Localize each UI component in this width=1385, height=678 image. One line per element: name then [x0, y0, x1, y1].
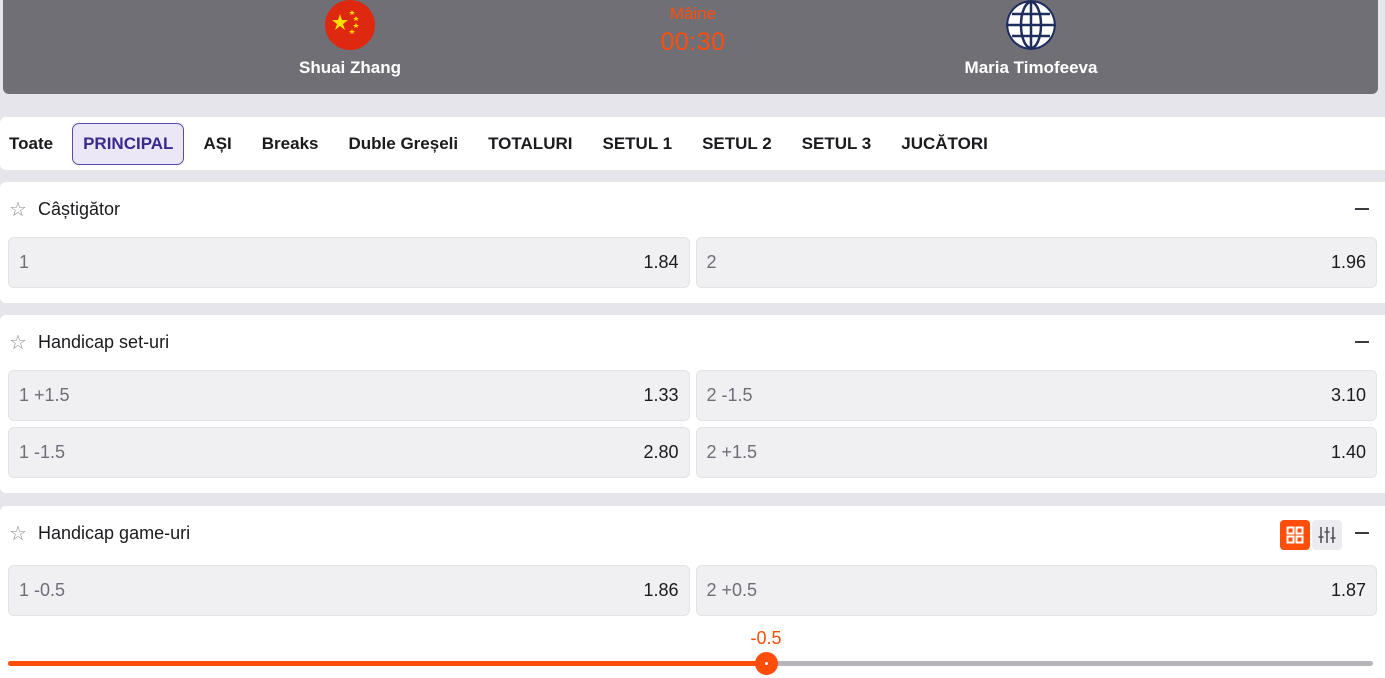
slider-view-icon[interactable]: [1312, 520, 1342, 550]
odd-value: 1.86: [643, 580, 679, 600]
odd-label: 1 +1.5: [19, 385, 70, 405]
grid-view-icon[interactable]: [1280, 520, 1310, 550]
market-header[interactable]: ☆ Handicap set-uri: [0, 315, 1385, 370]
market-title: Handicap set-uri: [38, 332, 170, 352]
odd-value: 3.10: [1330, 385, 1366, 405]
odd-label: 2: [706, 252, 717, 272]
odd-button[interactable]: 2 1.96: [695, 237, 1377, 288]
odd-value: 1.87: [1330, 580, 1366, 600]
market-handicap-seturi: ☆ Handicap set-uri 1 +1.5 1.33 2 -1.5 3.…: [0, 315, 1385, 493]
odd-button[interactable]: 2 -1.5 3.10: [695, 370, 1377, 421]
odd-value: 2.80: [643, 442, 679, 462]
odd-label: 1 -1.5: [19, 442, 66, 462]
odds-row: 1 -0.5 1.86 2 +0.5 1.87: [0, 565, 1385, 616]
market-tabs: Toate PRINCIPAL AȘI Breaks Duble Greșeli…: [0, 117, 1385, 170]
odd-button[interactable]: 1 +1.5 1.33: [8, 370, 690, 421]
odd-value: 1.40: [1330, 442, 1366, 462]
market-title: Câștigător: [38, 199, 121, 219]
collapse-icon[interactable]: [1355, 532, 1369, 534]
odds-row: 1 1.84 2 1.96: [0, 237, 1385, 288]
china-flag-icon: [325, 0, 375, 50]
match-time: Mâine 00:30: [593, 4, 793, 57]
odd-value: 1.96: [1330, 252, 1366, 272]
market-castigator: ☆ Câștigător 1 1.84 2 1.96: [0, 182, 1385, 303]
odd-label: 1: [19, 252, 30, 272]
slider-value: -0.5: [750, 628, 782, 648]
star-icon[interactable]: ☆: [9, 200, 29, 220]
match-clock: 00:30: [660, 28, 726, 56]
odd-label: 2 +0.5: [706, 580, 758, 600]
odd-button[interactable]: 1 1.84: [8, 237, 690, 288]
slider-thumb[interactable]: [754, 652, 778, 675]
collapse-icon[interactable]: [1355, 341, 1369, 343]
tab-principal[interactable]: PRINCIPAL: [72, 122, 185, 165]
tab-duble-greseli[interactable]: Duble Greșeli: [349, 134, 459, 154]
market-title: Handicap game-uri: [38, 523, 191, 543]
match-header: Shuai Zhang Mâine 00:30 Maria Timofeeva: [3, 0, 1378, 94]
odd-label: 2 -1.5: [706, 385, 753, 405]
odd-label: 1 -0.5: [19, 580, 66, 600]
odd-button[interactable]: 1 -1.5 2.80: [8, 427, 690, 478]
globe-icon: [1006, 0, 1056, 50]
odd-label: 2 +1.5: [706, 442, 758, 462]
market-header[interactable]: ☆ Handicap game-uri: [0, 506, 1385, 561]
tab-asi[interactable]: AȘI: [203, 134, 231, 154]
odd-button[interactable]: 2 +0.5 1.87: [695, 565, 1377, 616]
away-team-name: Maria Timofeeva: [964, 58, 1098, 77]
tab-setul-1[interactable]: SETUL 1: [602, 134, 672, 154]
star-icon[interactable]: ☆: [9, 524, 29, 544]
slider-track[interactable]: [8, 652, 1373, 675]
tab-setul-2[interactable]: SETUL 2: [702, 134, 772, 154]
odd-value: 1.33: [643, 385, 679, 405]
odds-row: 1 +1.5 1.33 2 -1.5 3.10: [0, 370, 1385, 421]
tab-toate[interactable]: Toate: [9, 134, 53, 154]
home-team[interactable]: Shuai Zhang: [250, 0, 450, 78]
match-day: Mâine: [669, 4, 717, 23]
tab-breaks[interactable]: Breaks: [262, 134, 319, 154]
star-icon[interactable]: ☆: [9, 333, 29, 353]
tab-jucatori[interactable]: JUCĂTORI: [901, 134, 988, 154]
tab-totaluri[interactable]: TOTALURI: [488, 134, 572, 154]
collapse-icon[interactable]: [1355, 208, 1369, 210]
slider-fill: [8, 661, 766, 666]
odds-row: 1 -1.5 2.80 2 +1.5 1.40: [0, 427, 1385, 478]
market-header[interactable]: ☆ Câștigător: [0, 182, 1385, 237]
view-toggle: [1280, 520, 1342, 550]
odd-button[interactable]: 1 -0.5 1.86: [8, 565, 690, 616]
odd-button[interactable]: 2 +1.5 1.40: [695, 427, 1377, 478]
handicap-slider: -0.5: [0, 620, 1385, 678]
odd-value: 1.84: [643, 252, 679, 272]
away-team[interactable]: Maria Timofeeva: [931, 0, 1131, 78]
tab-setul-3[interactable]: SETUL 3: [802, 134, 872, 154]
home-team-name: Shuai Zhang: [299, 58, 401, 77]
